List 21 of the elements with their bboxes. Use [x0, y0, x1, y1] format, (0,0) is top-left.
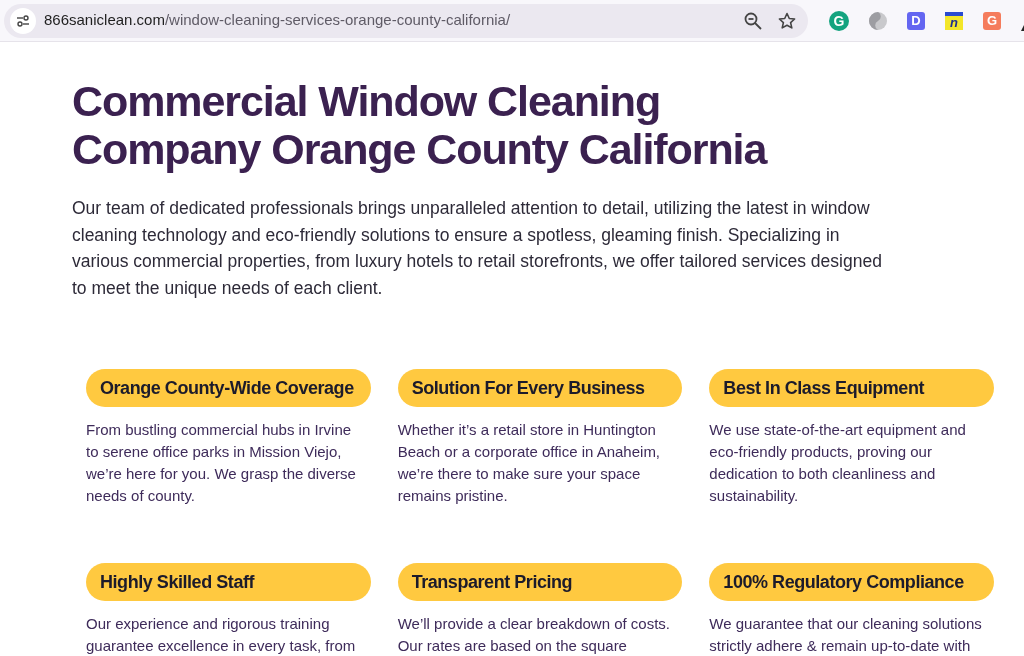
extension-icon[interactable]: n	[945, 11, 963, 30]
url-text[interactable]: 866saniclean.com/window-cleaning-services-orange-county-california/	[44, 9, 511, 32]
feature-description: We’ll provide a clear breakdown of costs. Our rates are based on the square	[397, 614, 671, 656]
intro-paragraph: Our team of dedicated professionals brings unparalleled attention to detail, utilizing the latest in window cleaning technology and eco-friendly solutions to ensure a spotless, gleaming finish. Specializing in various commercial properties, from luxury hotels to retail storefronts, we offer tailored services designed to meet the unique needs of each client.	[72, 197, 883, 300]
address-bar[interactable]: 866saniclean.com/window-cleaning-services-orange-county-california/	[4, 3, 808, 38]
feature-description: Our experience and rigorous training guarantee excellence in every task, from	[86, 614, 357, 656]
feature-title: Solution For Every Business	[397, 369, 683, 407]
feature-description: We use state-of-the-art equipment and eco-friendly products, proving our dedication to both cleanliness and sustainability.	[709, 420, 967, 506]
extension-icon[interactable]: D	[907, 11, 925, 30]
bookmark-star-icon[interactable]	[778, 11, 796, 30]
feature-description: From bustling commercial hubs in Irvine to serene office parks in Mission Viejo, we’re here for you. We grasp the diverse needs of county.	[86, 420, 357, 506]
feature-description: We guarantee that our cleaning solutions strictly adhere & remain up-to-date with	[709, 614, 983, 656]
feature-title: 100% Regulatory Compliance	[709, 563, 994, 601]
feature-title: Transparent Pricing	[397, 563, 683, 601]
feature-title: Best In Class Equipment	[709, 369, 994, 407]
site-settings-icon[interactable]	[10, 7, 36, 34]
feature-title: Highly Skilled Staff	[86, 563, 371, 601]
feature-title: Orange County-Wide Coverage	[86, 369, 371, 407]
zoom-out-icon[interactable]	[744, 11, 762, 30]
feature-description: Whether it’s a retail store in Huntington Beach or a corporate office in Anaheim, we’re there to make sure your space remains pristine.	[397, 420, 662, 506]
page-heading: Commercial Window Cleaning Company Orange County California	[72, 77, 769, 173]
